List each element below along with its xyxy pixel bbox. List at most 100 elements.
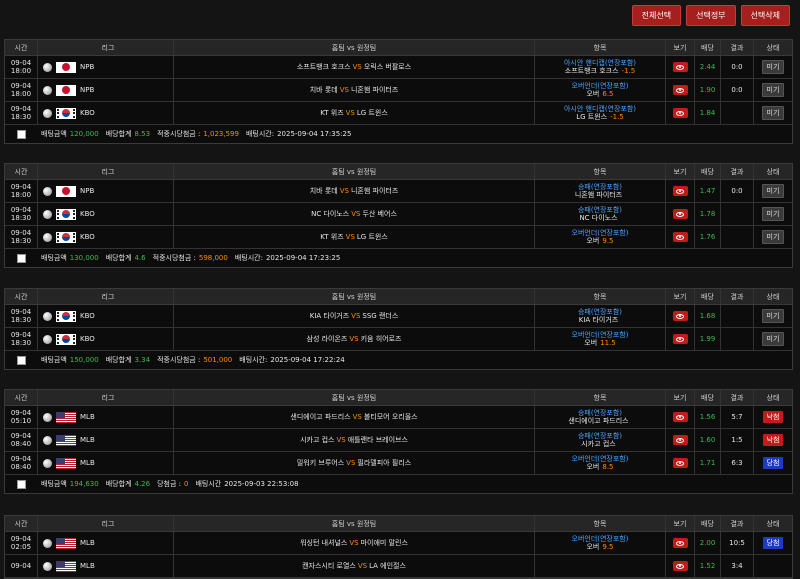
view-button[interactable] (672, 62, 688, 72)
away-team: 니혼햄 파이터즈 (350, 187, 399, 195)
status-cell: 미기 (754, 102, 792, 124)
match-date: 09-04 (10, 183, 32, 191)
payout-label: 적중시당첨금 : (157, 130, 201, 138)
header-view: 보기 (666, 516, 695, 531)
view-cell (666, 56, 695, 78)
league-name: MLB (80, 459, 95, 467)
amount-label: 배팅금액 (41, 480, 67, 488)
view-button[interactable] (672, 108, 688, 118)
odds-value: 1.47 (695, 180, 721, 202)
match-teams: 치바 롯데 VS 니혼햄 파이터즈 (174, 79, 535, 101)
view-button[interactable] (672, 538, 688, 548)
view-button[interactable] (672, 232, 688, 242)
status-badge: 미기 (761, 60, 785, 74)
pick-line: 오버 11.5 (584, 339, 615, 347)
match-time: 09-04 18:30 (5, 305, 38, 327)
match-date: 09-04 (10, 59, 32, 67)
odds-value: 1.90 (695, 79, 721, 101)
away-team: 필라델피아 필리스 (357, 459, 412, 467)
total-odds-value: 3.34 (134, 356, 151, 364)
bet-slip: 시간 리그 홈팀 vs 원정팀 항목 보기 배당 결과 상태 09-04 18:00 NPB 소프트뱅… (4, 39, 793, 144)
table-row: 09-04 18:00 NPB 치바 롯데 VS 니혼햄 파이터즈 승패(연장포함) 니혼햄 … (5, 180, 792, 203)
amount-label: 배팅금액 (41, 356, 67, 364)
select-checkbox[interactable] (17, 355, 26, 365)
home-team: 치바 롯데 (309, 86, 338, 94)
league-cell: KBO (38, 203, 174, 225)
view-button[interactable] (672, 311, 688, 321)
bet-time-value: 2025-09-03 22:53:08 (224, 480, 299, 488)
select-checkbox[interactable] (17, 479, 26, 489)
eye-icon (676, 460, 684, 466)
pick-selection: KIA 타이거즈 (578, 316, 619, 324)
eye-icon (676, 64, 684, 70)
match-clock: 02:05 (10, 543, 32, 551)
amount-value: 130,000 (69, 254, 99, 262)
view-cell (666, 452, 695, 474)
away-team: LG 트윈스 (356, 233, 388, 241)
view-button[interactable] (672, 334, 688, 344)
match-teams: KT 위즈 VS LG 트윈스 (174, 226, 535, 248)
view-button[interactable] (672, 435, 688, 445)
header-league: 리그 (38, 164, 174, 179)
view-button[interactable] (672, 85, 688, 95)
eye-icon (676, 87, 684, 93)
view-button[interactable] (672, 412, 688, 422)
view-button[interactable] (672, 209, 688, 219)
header-odds: 배당 (695, 516, 721, 531)
flag-us-icon (56, 537, 76, 549)
header-match: 홈팀 vs 원정팀 (174, 40, 535, 55)
home-team: NC 다이노스 (311, 210, 350, 218)
match-time: 09-04 02:05 (5, 532, 38, 554)
view-button[interactable] (672, 186, 688, 196)
header-result: 결과 (721, 164, 754, 179)
header-result: 결과 (721, 390, 754, 405)
odds-value: 1.68 (695, 305, 721, 327)
pick-line: LG 트윈스 -1.5 (576, 113, 624, 121)
select-all-button[interactable]: 전체선택 (631, 5, 682, 26)
view-button[interactable] (672, 561, 688, 571)
table-row: 09-04 08:40 MLB 시카고 컵스 VS 애틀랜타 브레이브스 승패(연장포함) 시… (5, 429, 792, 452)
header-pick: 항목 (535, 390, 666, 405)
vs-label: VS (346, 459, 356, 467)
league-cell: KBO (38, 305, 174, 327)
status-badge: 낙첨 (762, 411, 784, 423)
select-cancel-button[interactable]: 선택정부 (686, 5, 736, 26)
baseball-icon (43, 85, 52, 95)
match-clock: 18:30 (10, 113, 32, 121)
vs-label: VS (345, 233, 355, 241)
payout-label: 당첨금 : (157, 480, 181, 488)
league-name: KBO (80, 109, 95, 117)
result-score: 3:4 (721, 555, 754, 577)
total-odds-label: 배당합계 (105, 480, 132, 488)
away-team: SSG 랜더스 (362, 312, 399, 320)
league-cell: KBO (38, 102, 174, 124)
bet-pick: 승패(연장포함) 니혼햄 파이터즈 (535, 180, 666, 202)
away-team: 마이애미 말린스 (360, 539, 408, 547)
status-badge: 미기 (761, 184, 785, 198)
bet-slip: 시간 리그 홈팀 vs 원정팀 항목 보기 배당 결과 상태 09-04 02:05 MLB 워싱턴 … (4, 515, 793, 579)
pick-handicap: 8.5 (602, 463, 614, 471)
odds-value: 2.44 (695, 56, 721, 78)
view-button[interactable] (672, 458, 688, 468)
away-team: 키움 히어로즈 (360, 335, 402, 343)
select-delete-button[interactable]: 선택삭제 (740, 5, 790, 26)
select-checkbox[interactable] (17, 129, 26, 139)
match-date: 09-04 (10, 409, 32, 417)
header-result: 결과 (721, 40, 754, 55)
select-checkbox[interactable] (17, 253, 26, 263)
pick-selection: 시카고 컵스 (581, 440, 616, 448)
away-team: 오릭스 버팔로스 (363, 63, 412, 71)
pick-handicap: 11.5 (600, 339, 616, 347)
table-header: 시간 리그 홈팀 vs 원정팀 항목 보기 배당 결과 상태 (5, 40, 792, 56)
league-name: KBO (80, 210, 95, 218)
status-badge: 미기 (761, 83, 785, 97)
match-teams: 소프트뱅크 호크스 VS 오릭스 버팔로스 (174, 56, 535, 78)
home-team: KT 위즈 (320, 109, 344, 117)
status-badge: 미기 (761, 230, 785, 244)
bet-pick: 승패(연장포함) NC 다이노스 (535, 203, 666, 225)
match-time: 09-04 18:30 (5, 102, 38, 124)
pick-handicap: 9.5 (602, 543, 614, 551)
header-result: 결과 (721, 516, 754, 531)
vs-label: VS (349, 335, 359, 343)
pick-handicap: -1.5 (610, 113, 624, 121)
